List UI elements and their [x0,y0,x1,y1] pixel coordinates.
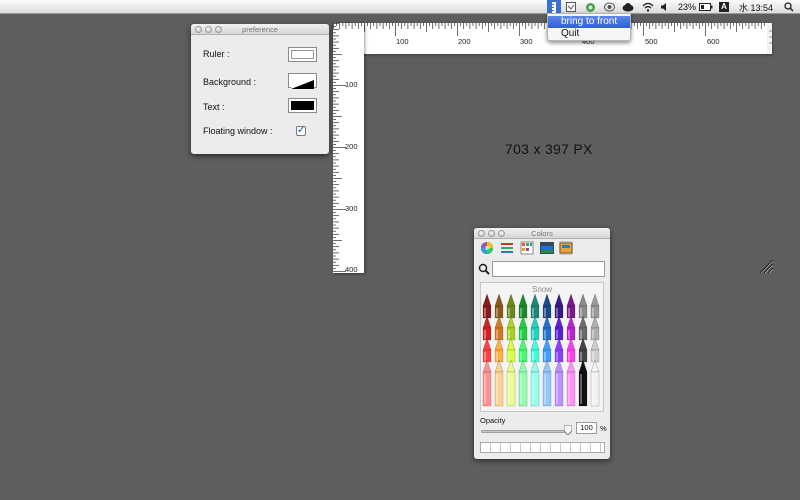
crayon[interactable] [590,315,600,341]
sync-icon[interactable] [584,0,596,14]
volume-icon[interactable] [659,0,671,14]
crayon[interactable] [542,359,552,407]
crayon[interactable] [482,315,492,341]
opacity-percent-label: % [600,424,607,433]
notes-icon[interactable] [565,0,577,14]
menu-item-bring-to-front[interactable]: bring to front [548,16,630,28]
crayon[interactable] [530,294,540,319]
crayon[interactable] [566,337,576,363]
crayon[interactable] [578,359,588,407]
crayon[interactable] [530,359,540,407]
eye-icon[interactable] [603,0,615,14]
app-dropdown-menu: bring to front Quit [547,13,631,41]
crayon[interactable] [554,359,564,407]
battery-icon[interactable] [698,0,714,14]
opacity-input[interactable]: 100 [576,422,597,434]
preference-window: preference Ruler : Background : Text : F… [191,24,329,154]
ruler-h-label: 100 [396,37,409,46]
opacity-label: Opacity [480,416,506,425]
crayon[interactable] [590,337,600,363]
crayon[interactable] [578,337,588,363]
crayon[interactable] [518,294,528,319]
crayon[interactable] [542,337,552,363]
color-wheel-icon[interactable] [480,241,494,255]
magnifier-icon[interactable] [478,263,490,275]
crayon[interactable] [566,315,576,341]
crayon[interactable] [590,359,600,407]
crayon[interactable] [518,315,528,341]
preference-titlebar[interactable]: preference [191,24,329,35]
background-color-label: Background : [203,77,257,87]
crayons-icon[interactable] [559,241,573,255]
color-search-input[interactable] [492,261,605,277]
ruler-h-label: 500 [645,37,658,46]
crayon[interactable] [494,359,504,407]
crayon[interactable] [530,315,540,341]
text-color-well[interactable] [288,98,317,113]
input-mode-icon[interactable]: A [718,0,730,14]
crayon[interactable] [494,337,504,363]
crayon[interactable] [554,315,564,341]
crayon[interactable] [566,359,576,407]
battery-percent: 23% [677,2,696,12]
palettes-icon[interactable] [520,241,534,255]
floating-window-checkbox[interactable]: ✓ [296,126,306,136]
clock[interactable]: 水 13:54 [736,0,776,14]
window-title: Colors [531,229,553,238]
crayon-picker[interactable] [481,294,603,412]
size-readout: 703 x 397 PX [505,141,593,157]
color-swatch-strip[interactable] [480,442,605,453]
ruler-v-label: 300 [345,204,358,213]
crayon[interactable] [530,337,540,363]
menu-item-quit[interactable]: Quit [548,28,630,40]
ruler-app-menu-icon[interactable] [547,0,561,14]
ruler-h-label: 300 [520,37,533,46]
crayon[interactable] [506,294,516,319]
crayon[interactable] [590,294,600,319]
ruler-v-label: 200 [345,142,358,151]
ruler-resize-grip-icon[interactable] [758,258,774,274]
wifi-icon[interactable] [641,0,655,14]
crayon[interactable] [554,337,564,363]
ruler-h-label: 200 [458,37,471,46]
crayon[interactable] [554,294,564,319]
ruler-v-label: 100 [345,80,358,89]
ruler-v-label: 400 [345,265,358,274]
window-title: preference [242,25,278,34]
menu-bar: 23% A 水 13:54 [0,0,800,14]
crayon[interactable] [566,294,576,319]
text-color-label: Text : [203,102,225,112]
crayon[interactable] [542,294,552,319]
crayon[interactable] [578,294,588,319]
input-mode-label: A [719,2,729,12]
crayon[interactable] [494,315,504,341]
ruler-color-label: Ruler : [203,49,230,59]
ruler-color-well[interactable] [288,47,317,62]
opacity-slider-thumb[interactable] [564,425,572,435]
crayon[interactable] [482,294,492,319]
crayon[interactable] [494,294,504,319]
crayon[interactable] [506,315,516,341]
ruler-h-label: 600 [707,37,720,46]
floating-window-label: Floating window : [203,126,273,136]
background-color-well[interactable] [288,73,317,89]
crayon[interactable] [482,337,492,363]
colors-titlebar[interactable]: Colors [474,228,610,239]
crayon[interactable] [518,359,528,407]
crayon[interactable] [506,337,516,363]
crayon[interactable] [482,359,492,407]
crayon[interactable] [542,315,552,341]
image-palettes-icon[interactable] [540,241,554,255]
ruler-corner [333,23,364,54]
cloud-icon[interactable] [621,0,635,14]
spotlight-icon[interactable] [782,0,796,14]
crayon[interactable] [518,337,528,363]
sliders-icon[interactable] [500,241,514,255]
crayon-name-label: Snow [531,285,552,294]
opacity-slider[interactable] [481,430,571,433]
crayon[interactable] [506,359,516,407]
crayon[interactable] [578,315,588,341]
